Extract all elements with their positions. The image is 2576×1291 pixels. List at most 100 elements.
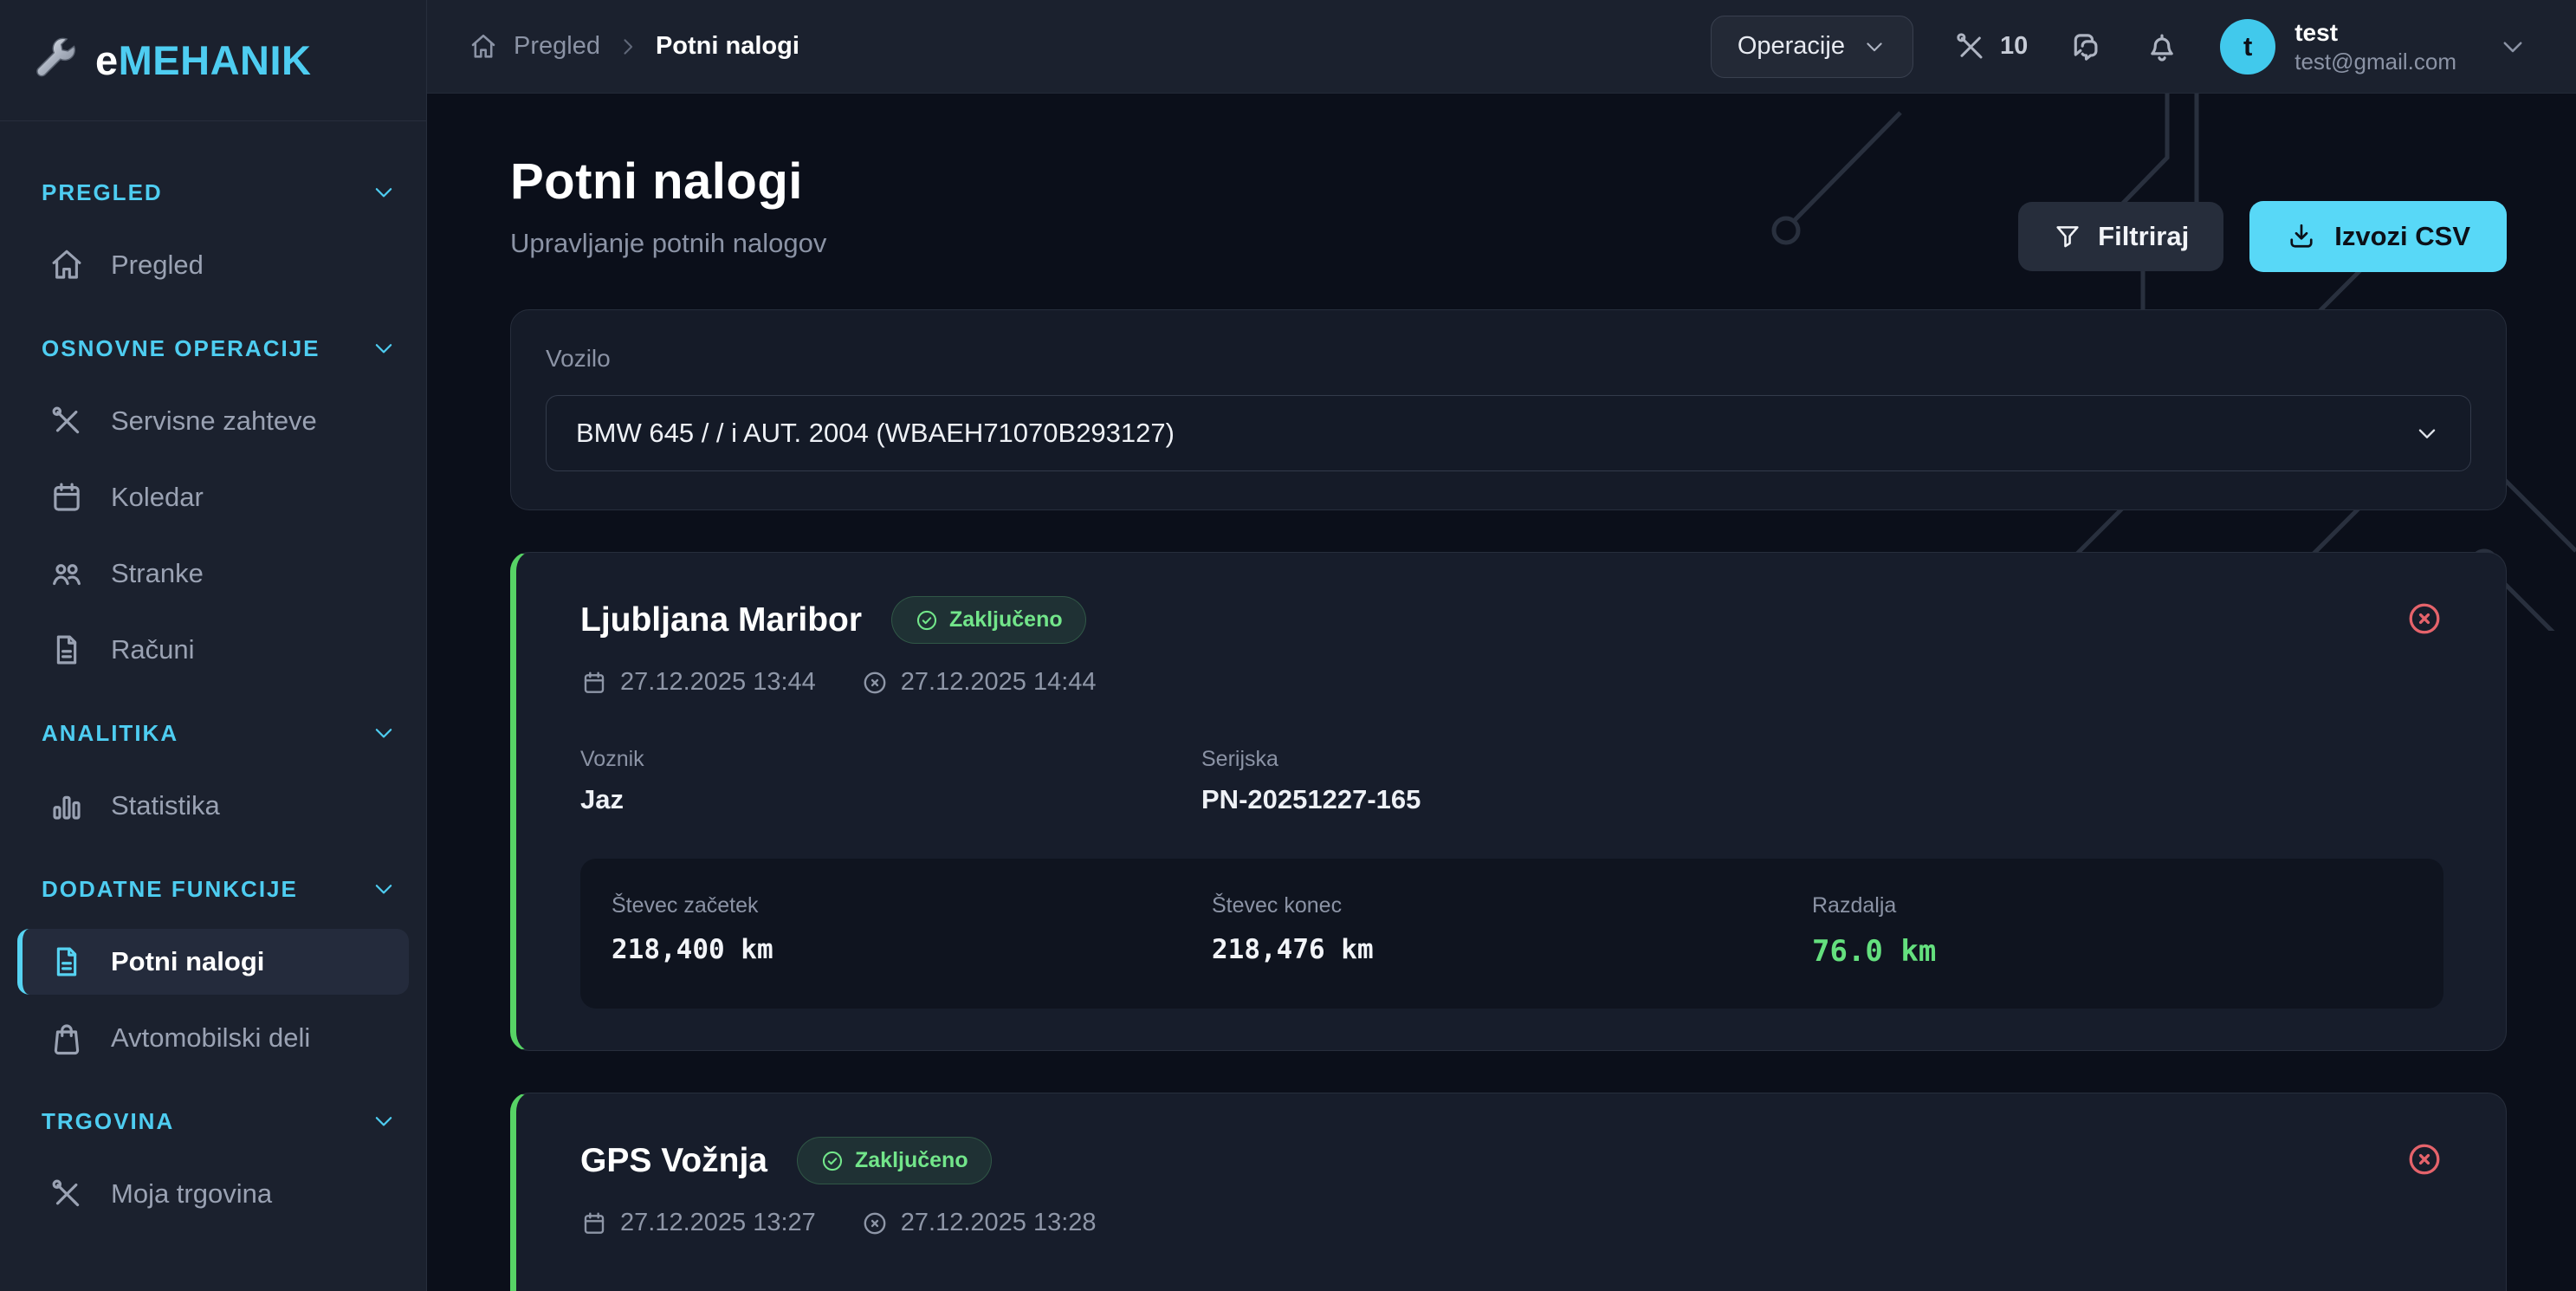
order-dates: 27.12.2025 13:44 27.12.2025 14:44 (580, 668, 2443, 697)
field-label: Serijska (1201, 747, 1822, 772)
sidebar-item-label: Koledar (111, 482, 204, 513)
operations-label: Operacije (1738, 32, 1845, 61)
home-icon (49, 247, 85, 283)
order-fields: VoznikNamenSerijska (580, 1288, 2443, 1291)
document-icon (49, 632, 85, 668)
sidebar-item-label: Avtomobilski deli (111, 1022, 310, 1054)
sidebar-nav: PREGLED Pregled OSNOVNE OPERACIJE Servis… (0, 121, 426, 1227)
start-datetime: 27.12.2025 13:27 (620, 1209, 816, 1237)
order-field-namen: Namen (1201, 1288, 1822, 1291)
document-icon (49, 944, 85, 980)
order-fields: VoznikJazSerijskaPN-20251227-165 (580, 747, 2443, 815)
delete-order-button[interactable] (2405, 600, 2443, 638)
stat-value: 218,400 km (612, 934, 1212, 965)
topbar: Pregled Potni nalogi Operacije 10 t test… (427, 0, 2576, 94)
status-label: Zaključeno (855, 1148, 968, 1173)
sidebar-section-label: TRGOVINA (42, 1108, 174, 1135)
chevron-right-icon (616, 35, 640, 59)
wrench-logo-icon (29, 36, 80, 86)
order-title: GPS Vožnja (580, 1142, 767, 1180)
x-circle-icon (861, 1210, 889, 1237)
sidebar-item-label: Stranke (111, 558, 204, 589)
status-badge: Zaključeno (891, 596, 1086, 644)
sidebar-item-stranke[interactable]: Stranke (17, 541, 409, 607)
brand-name: eMEHANIK (95, 36, 311, 84)
check-circle-icon (915, 608, 939, 633)
filter-button[interactable]: Filtriraj (2018, 202, 2223, 271)
chevron-down-icon (371, 1108, 397, 1134)
status-label: Zaključeno (949, 607, 1063, 633)
avatar: t (2220, 19, 2275, 75)
sidebar-item-statistika[interactable]: Statistika (17, 773, 409, 839)
filter-button-label: Filtriraj (2098, 221, 2189, 252)
chat-icon[interactable] (2068, 29, 2104, 65)
order-start: 27.12.2025 13:27 (580, 1209, 816, 1237)
stat-value: 76.0 km (1812, 934, 2412, 969)
sidebar-section-header-osnovne-operacije[interactable]: OSNOVNE OPERACIJE (42, 333, 397, 364)
stat-label: Razdalja (1812, 893, 2412, 918)
x-circle-icon (861, 669, 889, 697)
user-menu[interactable]: t test test@gmail.com (2220, 17, 2527, 76)
sidebar-item-avtomobilski-deli[interactable]: Avtomobilski deli (17, 1005, 409, 1071)
chevron-down-icon (371, 335, 397, 361)
start-datetime: 27.12.2025 13:44 (620, 668, 816, 697)
breadcrumb-item[interactable]: Pregled (514, 32, 600, 61)
breadcrumb-current: Potni nalogi (656, 32, 799, 61)
sidebar-item-label: Potni nalogi (111, 946, 264, 977)
sidebar-section-header-pregled[interactable]: PREGLED (42, 177, 397, 208)
topbar-actions: Operacije 10 t test test@gmail.com (1711, 16, 2527, 78)
sidebar-section-header-trgovina[interactable]: TRGOVINA (42, 1106, 397, 1137)
stat-label: Števec konec (1212, 893, 1812, 918)
sidebar-item-label: Moja trgovina (111, 1178, 272, 1210)
sidebar-section-label: DODATNE FUNKCIJE (42, 876, 298, 903)
sidebar-section-label: ANALITIKA (42, 720, 178, 747)
chevron-down-icon (2498, 32, 2527, 62)
tools-icon (1953, 29, 1988, 64)
sidebar-item-ra-uni[interactable]: Računi (17, 617, 409, 683)
end-datetime: 27.12.2025 14:44 (901, 668, 1097, 697)
download-icon (2286, 221, 2317, 252)
sidebar-section-header-dodatne-funkcije[interactable]: DODATNE FUNKCIJE (42, 873, 397, 905)
order-end: 27.12.2025 13:28 (861, 1209, 1097, 1237)
user-email: test@gmail.com (2294, 48, 2456, 76)
sidebar-section: PREGLED Pregled (17, 177, 409, 298)
sidebar-section: OSNOVNE OPERACIJE Servisne zahteve Koleda… (17, 333, 409, 683)
field-label: Serijska (1822, 1288, 2443, 1291)
export-csv-button[interactable]: Izvozi CSV (2249, 201, 2507, 272)
order-end: 27.12.2025 14:44 (861, 668, 1097, 697)
order-odometer-stats: Števec začetek218,400 kmŠtevec konec218,… (580, 859, 2443, 1009)
user-name: test (2294, 17, 2456, 48)
odometer-stat-tevec-konec: Števec konec218,476 km (1212, 893, 1812, 969)
main-content: Potni nalogi Upravljanje potnih nalogov … (427, 94, 2576, 1291)
vehicle-select[interactable]: BMW 645 / / i AUT. 2004 (WBAEH71070B2931… (546, 395, 2471, 471)
header-actions: Filtriraj Izvozi CSV (2018, 201, 2507, 272)
travel-order-card: GPS Vožnja Zaključeno 27.12.2025 13:27 2… (510, 1093, 2507, 1291)
operations-dropdown-button[interactable]: Operacije (1711, 16, 1913, 78)
field-label: Voznik (580, 1288, 1201, 1291)
funnel-icon (2053, 222, 2082, 251)
service-requests-counter[interactable]: 10 (1953, 29, 2028, 64)
odometer-stat-tevec-za-etek: Števec začetek218,400 km (612, 893, 1212, 969)
sidebar: eMEHANIK PREGLED Pregled OSNOVNE OPERACI… (0, 0, 427, 1291)
users-icon (49, 555, 85, 592)
sidebar-item-pregled[interactable]: Pregled (17, 232, 409, 298)
bag-icon (49, 1020, 85, 1056)
sidebar-item-potni-nalogi[interactable]: Potni nalogi (17, 929, 409, 995)
sidebar-item-servisne-zahteve[interactable]: Servisne zahteve (17, 388, 409, 454)
x-circle-icon (2405, 1140, 2443, 1178)
order-dates: 27.12.2025 13:27 27.12.2025 13:28 (580, 1209, 2443, 1237)
bell-icon[interactable] (2144, 29, 2180, 65)
order-field-serijska: Serijska (1822, 1288, 2443, 1291)
calendar-icon (580, 669, 608, 697)
tools-icon (49, 1176, 85, 1212)
calendar-icon (580, 1210, 608, 1237)
sidebar-item-koledar[interactable]: Koledar (17, 464, 409, 530)
delete-order-button[interactable] (2405, 1140, 2443, 1178)
export-csv-label: Izvozi CSV (2334, 221, 2470, 252)
sidebar-section-header-analitika[interactable]: ANALITIKA (42, 717, 397, 749)
brand-logo[interactable]: eMEHANIK (0, 0, 426, 121)
travel-orders-list: Ljubljana Maribor Zaključeno 27.12.2025 … (510, 552, 2507, 1291)
field-label: Namen (1201, 1288, 1822, 1291)
sidebar-item-moja-trgovina[interactable]: Moja trgovina (17, 1161, 409, 1227)
sidebar-item-label: Servisne zahteve (111, 405, 317, 437)
